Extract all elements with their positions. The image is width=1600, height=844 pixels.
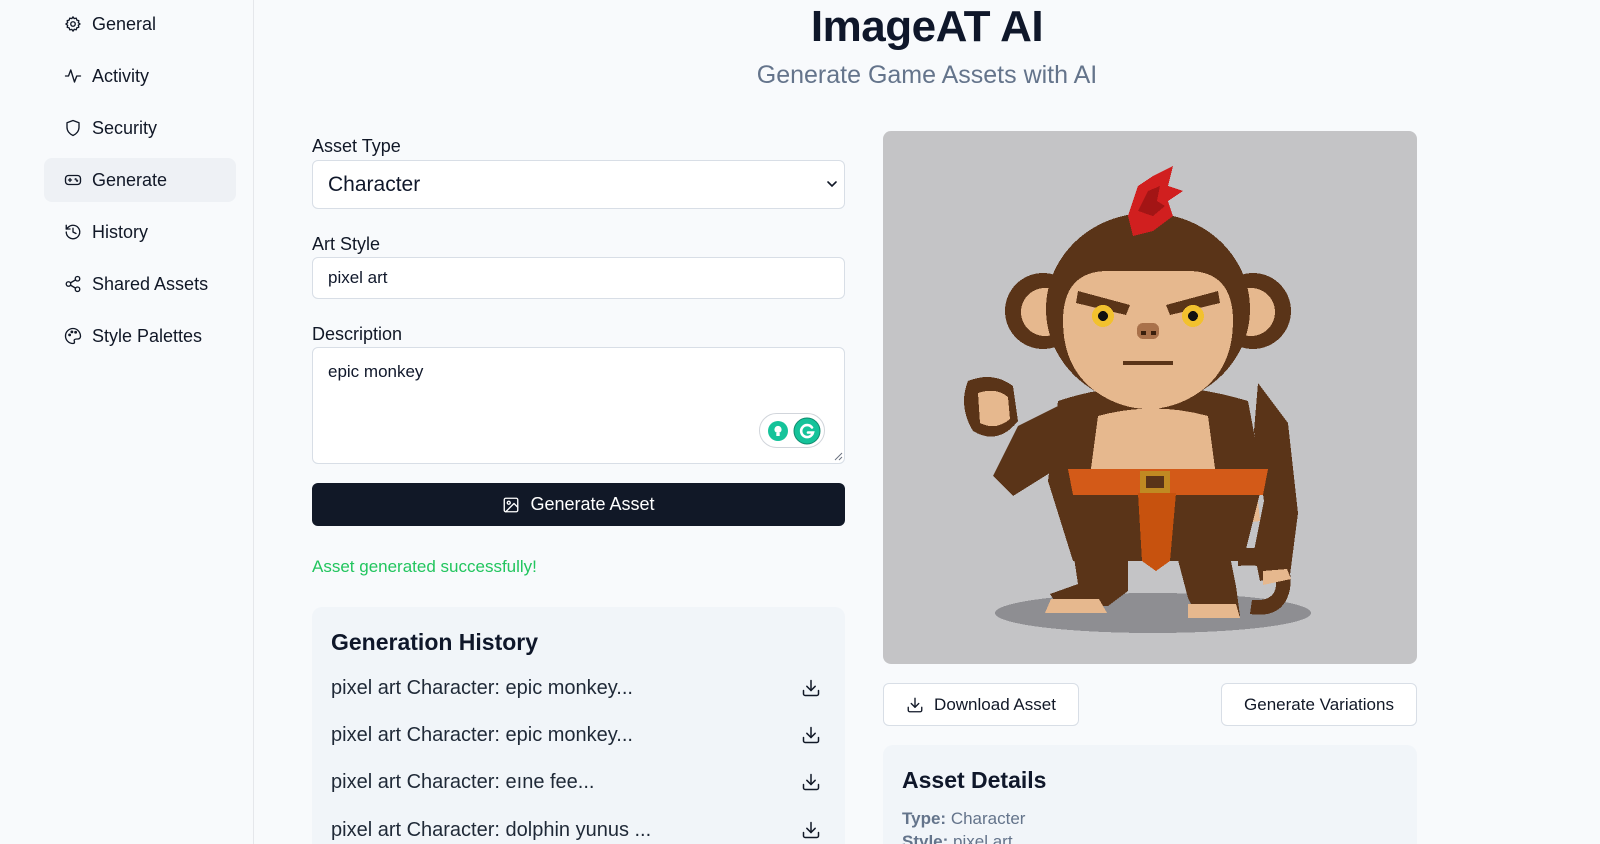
grammarly-widget[interactable] [759, 413, 825, 448]
detail-style: Style: pixel art [902, 832, 1013, 844]
detail-type: Type: Character [902, 809, 1025, 829]
generate-asset-button[interactable]: Generate Asset [312, 483, 845, 526]
page-title: ImageAT AI [810, 2, 1044, 51]
download-icon[interactable] [801, 772, 821, 792]
asset-type-select[interactable]: Character [312, 160, 845, 209]
history-item[interactable]: pixel art Character: dolphin yunus ... [331, 812, 821, 844]
download-asset-button[interactable]: Download Asset [883, 683, 1079, 726]
generate-variations-button[interactable]: Generate Variations [1221, 683, 1417, 726]
download-icon [907, 697, 923, 712]
sidebar-item-general[interactable]: General [44, 2, 236, 46]
activity-icon [64, 69, 82, 83]
detail-style-label: Style: [902, 832, 949, 844]
sidebar-item-label: Shared Assets [92, 273, 209, 294]
image-icon [504, 497, 519, 512]
generate-variations-label: Generate Variations [1244, 694, 1394, 714]
sidebar: General Activity Security Generate Histo… [0, 0, 254, 844]
history-item[interactable]: pixel art Character: eıne fee... [331, 764, 821, 800]
history-item[interactable]: pixel art Character: epic monkey... [331, 670, 821, 706]
sidebar-item-label: Style Palettes [92, 325, 203, 346]
art-style-input[interactable]: pixel art [312, 257, 845, 299]
generated-image [883, 131, 1417, 664]
description-label: Description [312, 324, 403, 344]
history-item-label: pixel art Character: epic monkey... [331, 676, 633, 699]
status-message: Asset generated successfully! [312, 557, 537, 576]
asset-details-panel: Asset Details Type: Character Style: pix… [883, 745, 1417, 844]
generation-history-panel: Generation History pixel art Character: … [312, 607, 845, 844]
sidebar-item-label: Activity [92, 65, 150, 86]
history-item-label: pixel art Character: eıne fee... [331, 770, 595, 793]
generate-asset-label: Generate Asset [530, 494, 655, 514]
sidebar-item-generate[interactable]: Generate [44, 158, 236, 202]
grammarly-icon [793, 417, 821, 445]
art-style-label: Art Style [312, 234, 381, 254]
gamepad-icon [64, 174, 82, 186]
download-asset-label: Download Asset [934, 694, 1056, 714]
sidebar-item-style-palettes[interactable]: Style Palettes [44, 314, 236, 358]
download-icon[interactable] [801, 725, 821, 745]
asset-type-label: Asset Type [312, 136, 401, 156]
shield-icon [66, 119, 80, 137]
asset-details-title: Asset Details [902, 767, 1047, 793]
sidebar-item-history[interactable]: History [44, 210, 236, 254]
history-item[interactable]: pixel art Character: epic monkey... [331, 717, 821, 753]
description-value: epic monkey [328, 362, 424, 381]
asset-type-value: Character [328, 172, 421, 196]
palette-icon [64, 327, 82, 345]
detail-type-label: Type: [902, 809, 947, 828]
history-icon [65, 224, 81, 240]
art-style-value: pixel art [328, 268, 388, 287]
description-textarea[interactable]: epic monkey [312, 347, 845, 464]
chevron-down-icon [827, 181, 837, 188]
page-subtitle: Generate Game Assets with AI [756, 61, 1098, 89]
sidebar-item-activity[interactable]: Activity [44, 54, 236, 98]
share-icon [65, 275, 81, 293]
download-icon[interactable] [801, 820, 821, 840]
sidebar-item-label: Security [92, 117, 158, 138]
gear-icon [65, 16, 81, 32]
sidebar-item-label: History [92, 221, 149, 242]
history-title: Generation History [331, 629, 539, 655]
history-item-label: pixel art Character: epic monkey... [331, 723, 633, 746]
sidebar-item-label: General [92, 13, 157, 34]
monkey-image [964, 166, 1311, 633]
detail-style-value: pixel art [953, 832, 1013, 844]
history-item-label: pixel art Character: dolphin yunus ... [331, 818, 652, 841]
lightbulb-icon [768, 421, 788, 441]
sidebar-item-shared-assets[interactable]: Shared Assets [44, 262, 236, 306]
resize-handle-icon[interactable] [833, 451, 843, 461]
detail-type-value: Character [950, 809, 1026, 828]
sidebar-item-label: Generate [92, 169, 168, 190]
sidebar-item-security[interactable]: Security [44, 106, 236, 150]
download-icon[interactable] [801, 678, 821, 698]
